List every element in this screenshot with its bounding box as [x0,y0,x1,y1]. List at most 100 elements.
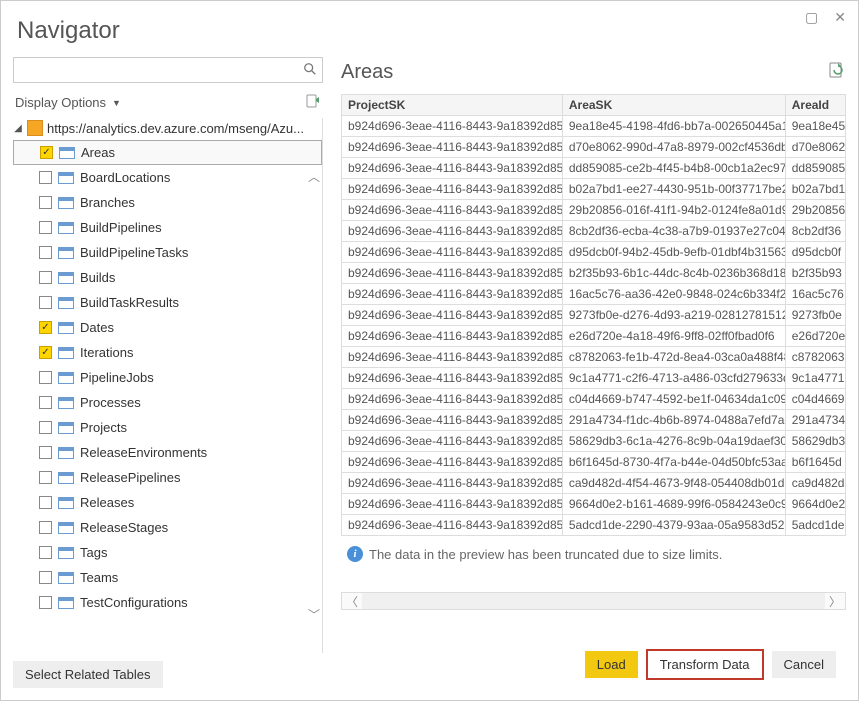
table-cell: 16ac5c76 [785,284,845,305]
checkbox[interactable] [39,421,52,434]
tree-item[interactable]: Releases [13,490,322,515]
table-cell: 16ac5c76-aa36-42e0-9848-024c6b334f2f [562,284,785,305]
cancel-button[interactable]: Cancel [772,651,836,678]
table-row[interactable]: b924d696-3eae-4116-8443-9a18392d85445adc… [342,515,846,536]
tree-root-node[interactable]: ◢ https://analytics.dev.azure.com/mseng/… [13,118,322,138]
table-row[interactable]: b924d696-3eae-4116-8443-9a18392d8544c04d… [342,389,846,410]
refresh-preview-icon[interactable] [828,61,846,84]
checkbox[interactable] [39,396,52,409]
tree-item[interactable]: ✓Areas [13,140,322,165]
checkbox[interactable] [39,521,52,534]
table-row[interactable]: b924d696-3eae-4116-8443-9a18392d8544e26d… [342,326,846,347]
horizontal-scrollbar[interactable]: 〈 〉 [341,592,846,610]
close-icon[interactable]: ✕ [834,9,846,26]
display-options-dropdown[interactable]: Display Options ▼ [15,95,121,110]
preview-table[interactable]: ProjectSKAreaSKAreaId b924d696-3eae-4116… [341,94,846,536]
checkbox[interactable] [39,171,52,184]
tree-item[interactable]: BuildPipelines [13,215,322,240]
checkbox[interactable] [39,246,52,259]
table-row[interactable]: b924d696-3eae-4116-8443-9a18392d8544d70e… [342,137,846,158]
tree-item[interactable]: Tags [13,540,322,565]
checkbox[interactable] [39,446,52,459]
tree-item-label: BuildPipelineTasks [80,245,188,260]
checkbox[interactable] [39,596,52,609]
search-icon[interactable] [298,62,322,79]
checkbox[interactable] [39,271,52,284]
tree-item[interactable]: TestConfigurations [13,590,322,615]
search-input[interactable] [14,58,298,82]
scroll-down-icon[interactable]: ﹀ [308,606,320,623]
checkbox[interactable] [39,496,52,509]
table-icon [58,472,74,484]
checkbox[interactable] [39,371,52,384]
scroll-track[interactable] [362,593,825,609]
tree-item[interactable]: ✓Iterations [13,340,322,365]
checkbox[interactable]: ✓ [40,146,53,159]
search-box[interactable] [13,57,323,83]
table-row[interactable]: b924d696-3eae-4116-8443-9a18392d854429b2… [342,200,846,221]
tree-item-label: Releases [80,495,134,510]
checkbox[interactable] [39,471,52,484]
tree-item[interactable]: Builds [13,265,322,290]
maximize-icon[interactable]: ▢ [805,9,818,26]
tree-item[interactable]: Teams [13,565,322,590]
tree-item[interactable]: Projects [13,415,322,440]
table-cell: b02a7bd1 [785,179,845,200]
tree-item[interactable]: ✓Dates [13,315,322,340]
table-row[interactable]: b924d696-3eae-4116-8443-9a18392d8544b02a… [342,179,846,200]
checkbox[interactable] [39,571,52,584]
scroll-left-icon[interactable]: 〈 [342,593,362,610]
table-cell: b02a7bd1-ee27-4430-951b-00f37717be21 [562,179,785,200]
table-row[interactable]: b924d696-3eae-4116-8443-9a18392d85449c1a… [342,368,846,389]
table-row[interactable]: b924d696-3eae-4116-8443-9a18392d8544d95d… [342,242,846,263]
tree-item-label: Builds [80,270,115,285]
tree-item-label: Branches [80,195,135,210]
table-row[interactable]: b924d696-3eae-4116-8443-9a18392d854416ac… [342,284,846,305]
table-row[interactable]: b924d696-3eae-4116-8443-9a18392d8544b2f3… [342,263,846,284]
collapse-icon[interactable]: ◢ [13,123,23,134]
table-row[interactable]: b924d696-3eae-4116-8443-9a18392d85448cb2… [342,221,846,242]
scroll-up-icon[interactable]: ︿ [308,168,320,185]
tree-item[interactable]: BuildPipelineTasks [13,240,322,265]
checkbox[interactable]: ✓ [39,321,52,334]
table-row[interactable]: b924d696-3eae-4116-8443-9a18392d8544dd85… [342,158,846,179]
column-header[interactable]: AreaId [785,95,845,116]
checkbox[interactable]: ✓ [39,346,52,359]
table-row[interactable]: b924d696-3eae-4116-8443-9a18392d85449ea1… [342,116,846,137]
table-icon [58,322,74,334]
tree-item[interactable]: ReleasePipelines [13,465,322,490]
table-row[interactable]: b924d696-3eae-4116-8443-9a18392d85449664… [342,494,846,515]
tree-item[interactable]: Processes [13,390,322,415]
tree-item[interactable]: PipelineJobs [13,365,322,390]
select-related-tables-button[interactable]: Select Related Tables [13,661,163,688]
tree-item[interactable]: ReleaseStages [13,515,322,540]
tree-item[interactable]: BuildTaskResults [13,290,322,315]
tree-item[interactable]: ReleaseEnvironments [13,440,322,465]
checkbox[interactable] [39,196,52,209]
table-row[interactable]: b924d696-3eae-4116-8443-9a18392d8544ca9d… [342,473,846,494]
column-header[interactable]: AreaSK [562,95,785,116]
table-row[interactable]: b924d696-3eae-4116-8443-9a18392d8544c878… [342,347,846,368]
table-row[interactable]: b924d696-3eae-4116-8443-9a18392d8544291a… [342,410,846,431]
table-cell: 58629db3 [785,431,845,452]
tree-item[interactable]: BoardLocations [13,165,322,190]
table-cell: c04d4669 [785,389,845,410]
table-icon [58,397,74,409]
transform-data-button[interactable]: Transform Data [648,651,762,678]
table-cell: b924d696-3eae-4116-8443-9a18392d8544 [342,179,563,200]
refresh-tree-icon[interactable] [305,93,321,112]
truncated-message: i The data in the preview has been trunc… [341,536,846,572]
checkbox[interactable] [39,546,52,559]
tree-item[interactable]: Branches [13,190,322,215]
table-row[interactable]: b924d696-3eae-4116-8443-9a18392d85449273… [342,305,846,326]
checkbox[interactable] [39,221,52,234]
load-button[interactable]: Load [585,651,638,678]
table-row[interactable]: b924d696-3eae-4116-8443-9a18392d85445862… [342,431,846,452]
tree-item-label: Processes [80,395,141,410]
content-area: Display Options ▼ ︿ ﹀ ◢ https://analytic… [1,57,858,700]
checkbox[interactable] [39,296,52,309]
table-row[interactable]: b924d696-3eae-4116-8443-9a18392d8544b6f1… [342,452,846,473]
scroll-right-icon[interactable]: 〉 [825,593,845,610]
column-header[interactable]: ProjectSK [342,95,563,116]
table-cell: b924d696-3eae-4116-8443-9a18392d8544 [342,284,563,305]
